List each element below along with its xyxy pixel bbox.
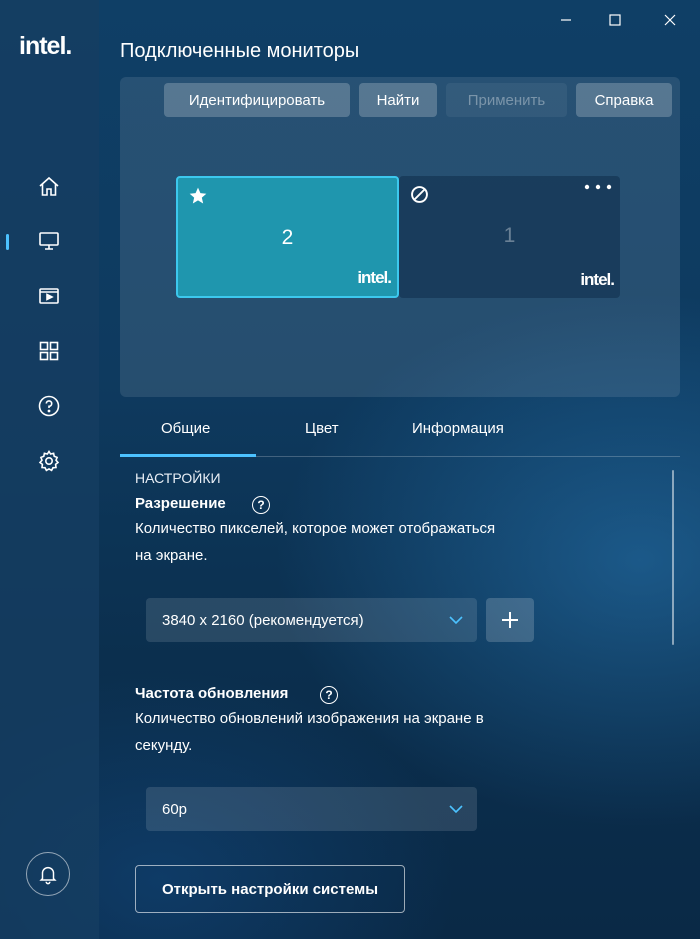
page-title: Подключенные мониторы [120,40,360,62]
sidebar: intel. [0,0,99,939]
monitor-number: 1 [503,224,516,247]
close-icon [664,14,676,26]
gear-icon [38,450,60,472]
close-button[interactable] [652,8,688,32]
plus-icon [502,612,518,628]
help-button[interactable]: Справка [576,83,672,117]
add-resolution-button[interactable] [486,598,534,642]
maximize-button[interactable] [597,8,633,32]
sidebar-item-settings[interactable] [26,441,72,481]
more-dots-icon[interactable] [582,181,614,195]
refresh-rate-help-icon[interactable]: ? [320,686,338,704]
refresh-rate-select-value: 60p [162,800,188,818]
resolution-description-line1: Количество пикселей, которое может отобр… [135,520,496,537]
monitor-card-secondary[interactable]: 1 intel. [399,176,620,298]
minimize-button[interactable] [548,8,584,32]
intel-logo: intel. [19,32,72,60]
resolution-description-line2: на экране. [135,547,208,564]
sidebar-item-help[interactable] [26,386,72,426]
sidebar-item-video[interactable] [26,276,72,316]
section-title: НАСТРОЙКИ [135,470,221,486]
video-icon [39,288,59,304]
minimize-icon [561,19,571,21]
identify-button[interactable]: Идентифицировать [164,83,350,117]
sidebar-item-apps[interactable] [26,331,72,371]
bell-icon [39,866,57,885]
resolution-help-icon[interactable]: ? [252,496,270,514]
resolution-select-value: 3840 x 2160 (рекомендуется) [162,611,364,629]
refresh-rate-description-line2: секунду. [135,737,193,754]
apply-button[interactable]: Применить [446,83,567,117]
notifications-button[interactable] [26,852,70,896]
tab-info[interactable]: Информация [412,420,504,437]
monitor-brand-logo: intel. [357,268,392,287]
active-tab-indicator [120,454,256,457]
chevron-down-icon [449,805,463,814]
resolution-select[interactable]: 3840 x 2160 (рекомендуется) [146,598,477,642]
monitor-number: 2 [281,226,294,249]
sidebar-item-home[interactable] [26,167,72,207]
monitor-brand-logo: intel. [580,270,615,289]
maximize-icon [609,14,621,26]
refresh-rate-label: Частота обновления [135,685,289,702]
active-nav-indicator [6,234,9,250]
home-icon [39,176,59,196]
help-circle-icon [38,395,60,417]
monitor-card-primary[interactable]: 2 intel. [176,176,399,298]
tab-color[interactable]: Цвет [305,420,339,437]
sidebar-item-display[interactable] [26,221,72,261]
find-button[interactable]: Найти [359,83,437,117]
resolution-label: Разрешение [135,495,226,512]
refresh-rate-select[interactable]: 60p [146,787,477,831]
disabled-icon [411,186,428,203]
refresh-rate-description: Количество обновлений изображения на экр… [135,705,575,759]
monitor-icon [39,232,59,250]
resolution-description: Количество пикселей, которое может отобр… [135,515,575,569]
scrollbar[interactable] [672,470,674,645]
open-system-settings-button[interactable]: Открыть настройки системы [135,865,405,913]
chevron-down-icon [449,616,463,625]
star-icon [189,187,207,204]
refresh-rate-description-line1: Количество обновлений изображения на экр… [135,710,484,727]
tab-general[interactable]: Общие [161,420,210,437]
apps-grid-icon [39,341,59,361]
